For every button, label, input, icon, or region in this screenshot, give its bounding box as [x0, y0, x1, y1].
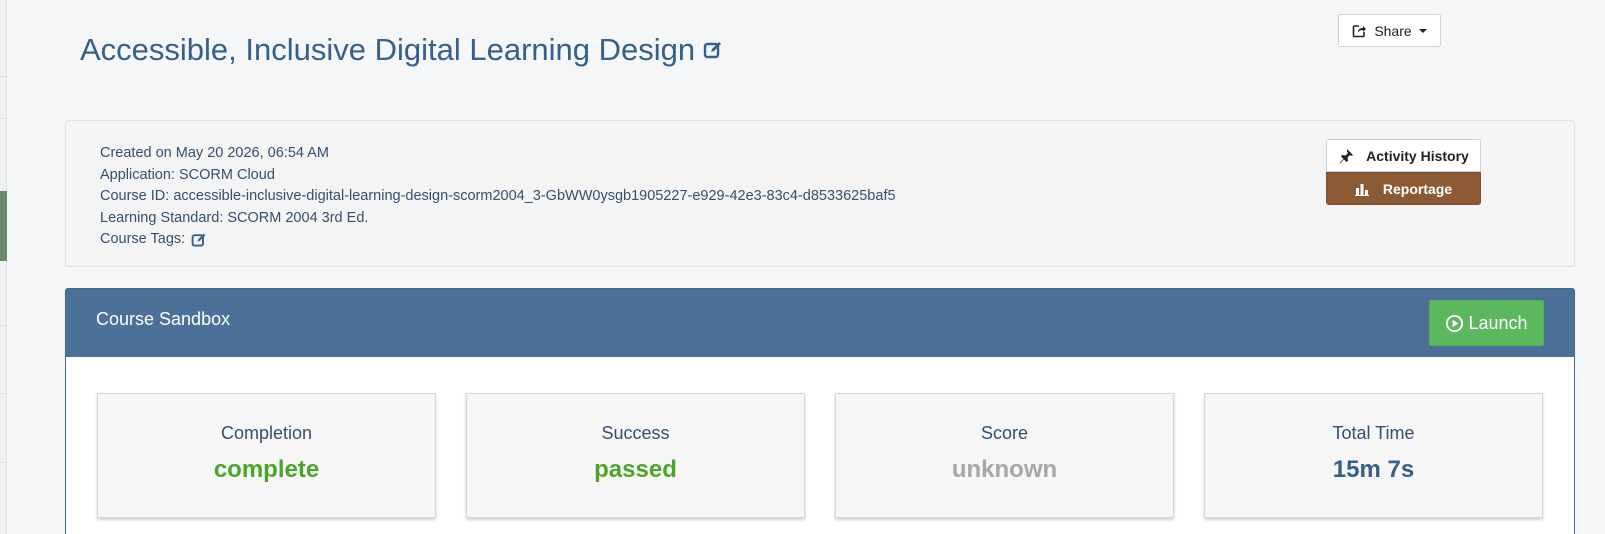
course-tags: Course Tags: [100, 229, 896, 251]
bar-chart-icon [1354, 182, 1369, 196]
edit-title-icon[interactable] [703, 40, 723, 60]
score-value: unknown [951, 456, 1058, 483]
created-date: Created on May 20 2026, 06:54 AM [100, 145, 329, 161]
activity-history-label: Activity History [1366, 147, 1469, 164]
page-title: Accessible, Inclusive Digital Learning D… [80, 32, 723, 68]
stat-card-success: Success passed [466, 393, 805, 518]
course-info-panel: Created on May 20 2026, 06:54 AM Applica… [65, 120, 1575, 267]
completion-status: complete [213, 456, 320, 483]
learning-standard: Learning Standard: SCORM 2004 3rd Ed. [100, 209, 369, 226]
course-id: Course ID: accessible-inclusive-digital-… [100, 188, 896, 204]
course-title-text: Accessible, Inclusive Digital Learning D… [80, 32, 696, 67]
stat-card-total-time: Total Time 15m 7s [1204, 393, 1543, 518]
play-circle-icon [1445, 314, 1464, 333]
sidebar-active-marker [0, 191, 7, 261]
reportage-button[interactable]: Reportage [1326, 172, 1481, 205]
success-status: passed [594, 456, 677, 483]
stat-label: Score [980, 423, 1029, 443]
stat-label: Total Time [1332, 423, 1415, 443]
share-icon [1352, 24, 1367, 38]
activity-history-button[interactable]: Activity History [1326, 139, 1481, 172]
reportage-label: Reportage [1382, 180, 1453, 197]
share-label: Share [1374, 22, 1412, 39]
sandbox-header: Course Sandbox Launch [66, 289, 1574, 357]
pin-icon [1338, 148, 1354, 164]
sidebar-edge [0, 0, 7, 534]
course-tags-label: Course Tags: [100, 231, 186, 247]
share-button[interactable]: Share [1338, 14, 1441, 47]
launch-label: Launch [1468, 312, 1528, 333]
application: Application: SCORM Cloud [100, 166, 275, 183]
course-sandbox-panel: Course Sandbox Launch Completion complet… [65, 288, 1575, 534]
stat-card-completion: Completion complete [97, 393, 436, 518]
launch-button[interactable]: Launch [1429, 300, 1544, 346]
stat-label: Completion [220, 423, 313, 443]
chevron-down-icon [1418, 28, 1427, 33]
sandbox-title: Course Sandbox [96, 309, 231, 329]
course-actions: Activity History Reportage [1326, 139, 1481, 205]
stat-label: Success [601, 423, 670, 443]
total-time-value: 15m 7s [1332, 456, 1415, 483]
stat-card-score: Score unknown [835, 393, 1174, 518]
edit-tags-icon[interactable] [191, 232, 207, 248]
